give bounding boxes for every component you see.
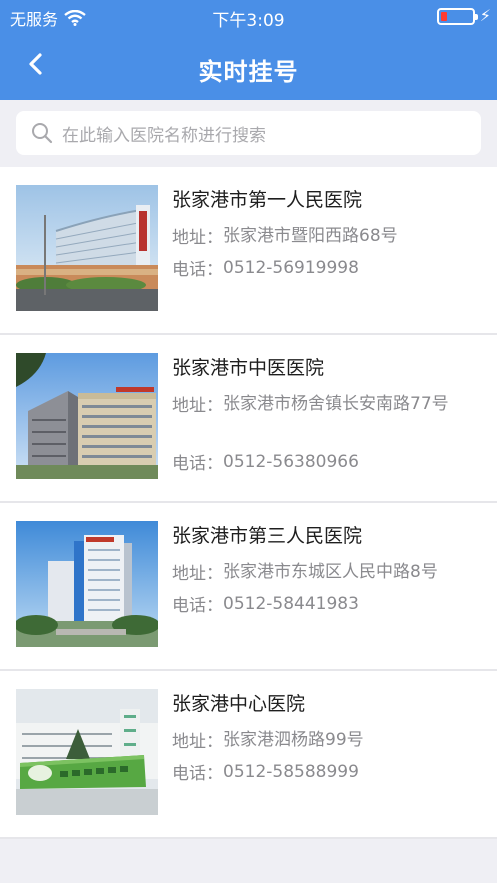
hospital-item[interactable]: 张家港中心医院 地址： 张家港泗杨路99号 电话： 0512-58588999 bbox=[0, 671, 497, 839]
hospital-image bbox=[16, 185, 158, 311]
battery-icon bbox=[437, 8, 478, 25]
search-input[interactable]: 在此输入医院名称进行搜索 bbox=[16, 111, 481, 155]
phone-label: 电话： bbox=[172, 260, 223, 280]
phone-label: 电话： bbox=[172, 596, 223, 616]
address-label: 地址： bbox=[172, 732, 223, 752]
hospital-image bbox=[16, 689, 158, 815]
address-label: 地址： bbox=[172, 564, 223, 584]
hospital-image bbox=[16, 353, 158, 479]
hospital-item[interactable]: 张家港市第一人民医院 地址： 张家港市暨阳西路68号 电话： 0512-5691… bbox=[0, 167, 497, 335]
search-placeholder: 在此输入医院名称进行搜索 bbox=[62, 125, 266, 146]
hospital-list: 张家港市第一人民医院 地址： 张家港市暨阳西路68号 电话： 0512-5691… bbox=[0, 167, 497, 839]
phone-label: 电话： bbox=[172, 764, 223, 784]
address-value: 张家港市杨舍镇长安南路77号 bbox=[223, 394, 449, 414]
hospital-item[interactable]: 张家港市第三人民医院 地址： 张家港市东城区人民中路8号 电话： 0512-58… bbox=[0, 503, 497, 671]
hospital-address: 地址： 张家港市东城区人民中路8号 bbox=[172, 559, 485, 585]
hospital-name: 张家港市第三人民医院 bbox=[172, 525, 363, 547]
hospital-image bbox=[16, 521, 158, 647]
hospital-name: 张家港市第一人民医院 bbox=[172, 189, 363, 211]
phone-value: 0512-58441983 bbox=[223, 594, 359, 614]
status-bar: 无服务 下午3:09 ⚡ bbox=[0, 0, 497, 32]
phone-value: 0512-56380966 bbox=[223, 452, 359, 472]
address-label: 地址： bbox=[172, 396, 223, 416]
address-value: 张家港市暨阳西路68号 bbox=[223, 226, 398, 246]
hospital-address: 地址： 张家港市杨舍镇长安南路77号 bbox=[172, 391, 485, 417]
hospital-phone: 电话： 0512-58588999 bbox=[172, 759, 485, 785]
page-title: 实时挂号 bbox=[198, 58, 299, 86]
hospital-address: 地址： 张家港市暨阳西路68号 bbox=[172, 223, 485, 249]
address-value: 张家港泗杨路99号 bbox=[223, 730, 364, 750]
hospital-item[interactable]: 张家港市中医医院 地址： 张家港市杨舍镇长安南路77号 电话： 0512-563… bbox=[0, 335, 497, 503]
hospital-phone: 电话： 0512-58441983 bbox=[172, 591, 485, 617]
search-area: 在此输入医院名称进行搜索 bbox=[0, 100, 497, 167]
hospital-name: 张家港市中医医院 bbox=[172, 357, 325, 379]
phone-value: 0512-56919998 bbox=[223, 258, 359, 278]
charging-icon: ⚡ bbox=[479, 6, 491, 25]
address-label: 地址： bbox=[172, 228, 223, 248]
hospital-phone: 电话： 0512-56919998 bbox=[172, 255, 485, 281]
status-time: 下午3:09 bbox=[212, 11, 285, 31]
hospital-name: 张家港中心医院 bbox=[172, 693, 306, 715]
address-value: 张家港市东城区人民中路8号 bbox=[223, 562, 438, 582]
hospital-address: 地址： 张家港泗杨路99号 bbox=[172, 727, 485, 753]
hospital-phone: 电话： 0512-56380966 bbox=[172, 449, 485, 475]
phone-value: 0512-58588999 bbox=[223, 762, 359, 782]
search-icon bbox=[32, 123, 53, 144]
top-bar: 无服务 下午3:09 ⚡ 实时挂号 bbox=[0, 0, 497, 100]
phone-label: 电话： bbox=[172, 454, 223, 474]
